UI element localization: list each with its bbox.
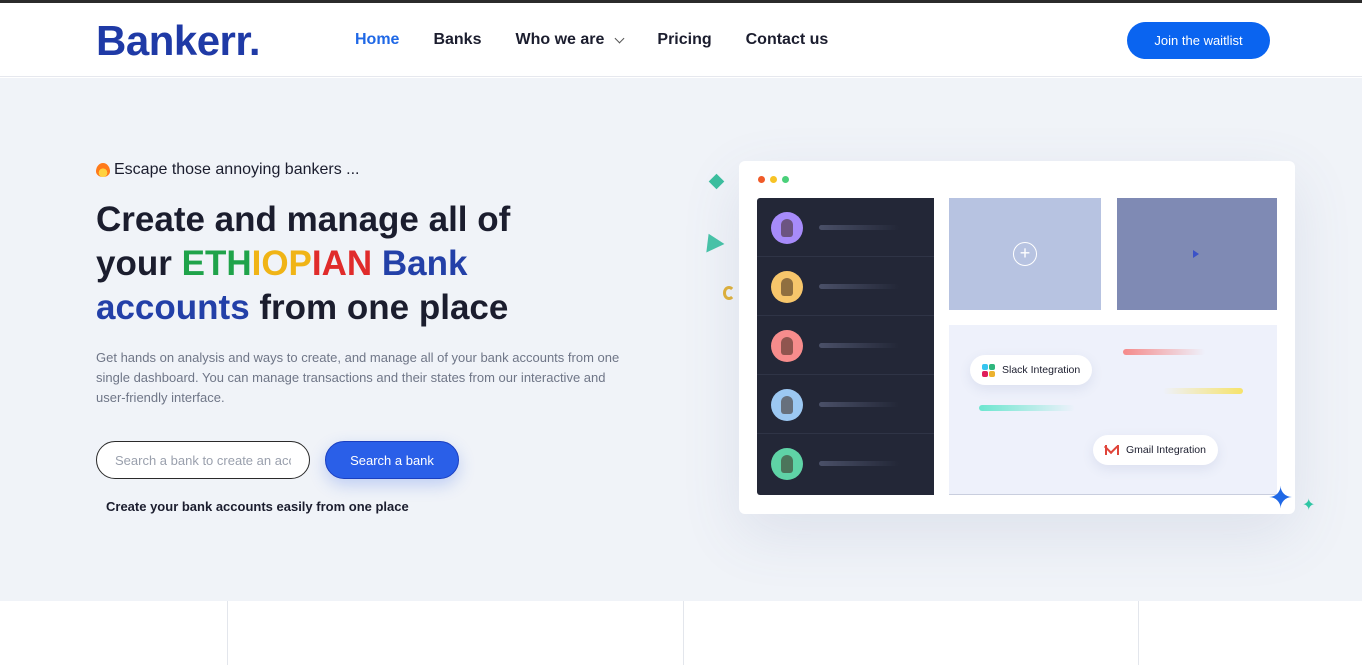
features-strip: [0, 601, 1362, 665]
hero-title-bank: Bank: [381, 244, 468, 283]
decor-streak: [1163, 388, 1243, 394]
nav-who-we-are-label: Who we are: [515, 31, 605, 48]
hero-title-your: your: [96, 244, 172, 283]
illustration-sidebar: [757, 198, 934, 495]
media-tile-video: [1117, 198, 1277, 310]
column-divider: [1138, 601, 1139, 665]
hero-title-accounts: accounts: [96, 288, 250, 327]
dashboard-illustration: + Slack Integration Gmail Integration: [739, 161, 1295, 514]
placeholder-bar: [819, 461, 899, 466]
hero-eyebrow-text: Escape those annoying bankers ...: [114, 161, 360, 178]
nav-home[interactable]: Home: [355, 31, 399, 49]
decor-diamond: [708, 173, 725, 190]
ethiopian-yellow: IOP: [251, 244, 312, 283]
plus-icon: +: [1013, 242, 1037, 266]
hero-description: Get hands on analysis and ways to create…: [96, 350, 620, 405]
avatar: [771, 330, 803, 362]
gmail-icon: [1105, 445, 1119, 455]
slack-icon: [982, 363, 995, 377]
ethiopian-green: ETH: [181, 244, 252, 283]
sparkle-icon: ✦: [1302, 497, 1316, 514]
chevron-down-icon: [614, 33, 625, 43]
ethiopian-red: IAN: [311, 244, 373, 283]
sidebar-row: [757, 198, 934, 257]
hero-title-line1: Create and manage all of: [96, 200, 511, 239]
avatar: [771, 448, 803, 480]
gmail-integration-pill: Gmail Integration: [1093, 435, 1218, 465]
nav-contact-us[interactable]: Contact us: [746, 31, 829, 49]
sidebar-row: [757, 434, 934, 493]
window-dot-red: [758, 176, 765, 183]
nav-banks[interactable]: Banks: [433, 31, 481, 49]
decor-streak: [1123, 349, 1205, 355]
avatar: [771, 389, 803, 421]
hero-title: Create and manage all of your ETHIOPIAN …: [96, 198, 556, 330]
site-header: Bankerr. Home Banks Who we are Pricing C…: [0, 3, 1362, 77]
hero-title-ethiopian: ETHIOPIAN: [182, 244, 373, 283]
hero-title-rest: from one place: [259, 288, 509, 327]
column-divider: [227, 601, 228, 665]
integrations-panel: Slack Integration Gmail Integration: [949, 325, 1277, 495]
decor-streak: [979, 405, 1075, 411]
bank-search-input[interactable]: [96, 441, 310, 479]
sidebar-row: [757, 316, 934, 375]
hero-eyebrow: Escape those annoying bankers ...: [96, 161, 360, 179]
hero-section: Escape those annoying bankers ... Create…: [0, 78, 1362, 601]
window-dot-green: [782, 176, 789, 183]
join-waitlist-button[interactable]: Join the waitlist: [1127, 22, 1270, 59]
slack-integration-label: Slack Integration: [1002, 364, 1081, 376]
placeholder-bar: [819, 284, 899, 289]
fire-icon: [96, 163, 110, 177]
avatar: [771, 271, 803, 303]
nav-pricing[interactable]: Pricing: [657, 31, 711, 49]
column-divider: [683, 601, 684, 665]
window-dot-yellow: [770, 176, 777, 183]
avatar: [771, 212, 803, 244]
hero-subtext: Create your bank accounts easily from on…: [106, 499, 409, 514]
slack-integration-pill: Slack Integration: [970, 355, 1093, 385]
sparkle-icon: ✦: [1268, 482, 1294, 515]
main-nav: Home Banks Who we are Pricing Contact us: [355, 31, 828, 49]
placeholder-bar: [819, 402, 899, 407]
decor-triangle: [699, 229, 725, 253]
sidebar-row: [757, 375, 934, 434]
placeholder-bar: [819, 225, 899, 230]
window-dots: [758, 176, 789, 183]
search-bank-button[interactable]: Search a bank: [325, 441, 459, 479]
placeholder-bar: [819, 343, 899, 348]
sidebar-row: [757, 257, 934, 316]
decor-arc: [723, 286, 735, 300]
media-tile: +: [949, 198, 1101, 310]
logo[interactable]: Bankerr.: [96, 17, 261, 65]
gmail-integration-label: Gmail Integration: [1126, 444, 1206, 456]
play-icon: [1193, 250, 1199, 258]
nav-who-we-are[interactable]: Who we are: [515, 31, 625, 49]
